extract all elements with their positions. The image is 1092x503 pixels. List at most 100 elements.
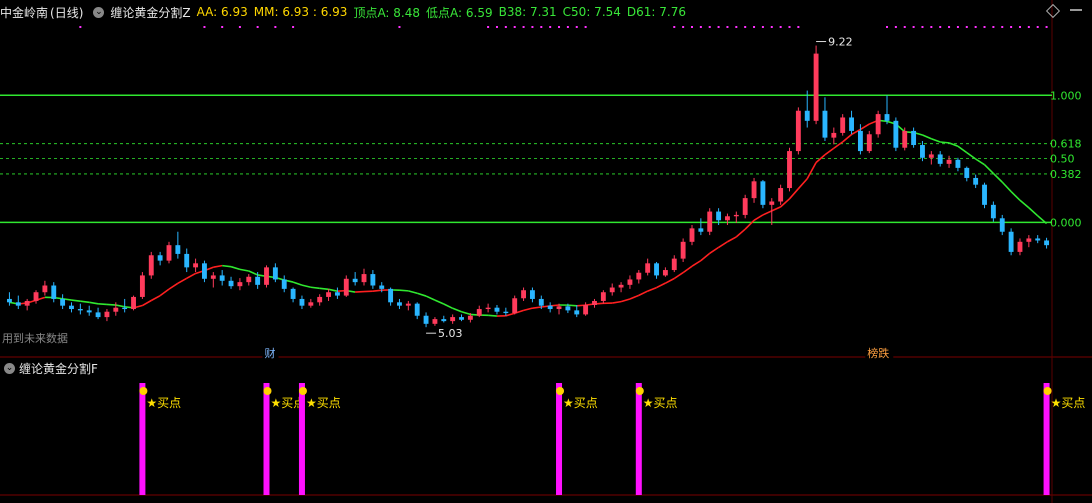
candle-body xyxy=(299,298,305,306)
signal-dot xyxy=(584,26,587,28)
hand-pointer-icon xyxy=(298,387,307,395)
stock-name: 中金岭南 xyxy=(0,5,49,20)
candle-body xyxy=(795,110,801,152)
buy-signal-label: ★买点 xyxy=(1051,396,1086,410)
fib-label-0: 1.000 xyxy=(1050,89,1082,102)
candle-body xyxy=(928,154,934,158)
value-aa: AA: 6.93 xyxy=(196,5,248,19)
fib-label-2: 0.50 xyxy=(1050,152,1075,165)
signal-dot xyxy=(487,26,490,28)
ma-segment xyxy=(98,302,107,306)
ma-segment xyxy=(957,145,968,154)
candle-body xyxy=(990,204,996,219)
signal-dot xyxy=(522,26,525,28)
candle-body xyxy=(600,292,606,301)
ma-segment xyxy=(150,294,161,302)
signal-dot xyxy=(1010,26,1013,28)
signal-dot xyxy=(761,26,764,28)
ma-segment xyxy=(461,310,471,316)
candle-body xyxy=(334,292,340,296)
ma-segment xyxy=(735,228,746,238)
candle-body xyxy=(388,288,394,303)
signal-dot xyxy=(726,26,729,28)
ma-segment xyxy=(372,289,382,293)
indicator-name[interactable]: 缠论黄金分割Z xyxy=(110,4,190,21)
signal-dot xyxy=(717,26,720,28)
candle-body xyxy=(317,296,323,303)
candle-body xyxy=(733,214,739,217)
candle-body xyxy=(352,278,358,283)
candle-body xyxy=(618,284,624,288)
candle-body xyxy=(902,130,908,148)
candle-body xyxy=(769,201,775,205)
candle-body xyxy=(326,292,331,297)
candle-body xyxy=(361,274,367,283)
candle-body xyxy=(15,302,21,306)
event-marker: 财 xyxy=(265,346,276,360)
candle-body xyxy=(556,306,562,310)
candle-body xyxy=(485,307,491,310)
signal-dot xyxy=(690,26,693,28)
signal-dot xyxy=(930,26,933,28)
candle-body xyxy=(264,267,269,285)
candle-body xyxy=(866,134,872,152)
ma-segment xyxy=(709,246,720,254)
candle-body xyxy=(1044,240,1050,246)
candle-body xyxy=(414,303,420,316)
candle-body xyxy=(370,274,376,286)
candle-body xyxy=(476,309,482,316)
candle-body xyxy=(405,303,411,306)
ma-segment xyxy=(771,206,781,212)
ma-segment xyxy=(860,123,870,131)
ma-segment xyxy=(612,300,622,304)
period-label: (日线) xyxy=(50,5,84,20)
hand-pointer-icon xyxy=(556,387,565,395)
signal-dot xyxy=(992,26,995,28)
candle-body xyxy=(219,275,225,281)
candle-body xyxy=(343,278,349,296)
candle-body xyxy=(840,117,846,133)
ma-segment xyxy=(1001,181,1012,193)
candle-body xyxy=(920,145,925,158)
signal-dot xyxy=(256,26,259,28)
ma-segment xyxy=(319,287,329,291)
signal-dot xyxy=(673,26,676,28)
candle-body xyxy=(911,130,917,146)
kline-chart[interactable]: 1.000 0.6180.50 0.382 0.000 9.22 5.03 财 榜跌 用到未来数… xyxy=(0,0,1092,503)
signal-dot xyxy=(965,26,968,28)
signal-dot xyxy=(398,26,401,28)
signal-dot xyxy=(886,26,889,28)
hand-pointer-icon xyxy=(635,387,644,395)
ma-segment xyxy=(186,272,196,280)
price-annotation: 9.22 xyxy=(828,36,853,49)
ma-segment xyxy=(177,277,188,284)
candle-body xyxy=(131,296,136,310)
signal-dot xyxy=(912,26,915,28)
ma-segment xyxy=(762,210,773,216)
ma-segment xyxy=(1028,207,1039,217)
ma-segment xyxy=(806,162,817,180)
candle-body xyxy=(1035,238,1041,241)
candle-body xyxy=(849,117,854,131)
signal-dot xyxy=(221,26,224,28)
ma-segment xyxy=(833,141,844,149)
sub-indicator-name[interactable]: 缠论黄金分割F xyxy=(19,360,98,377)
buy-signal-label: ★买点 xyxy=(306,396,341,410)
value-d61: D61: 7.76 xyxy=(626,5,686,19)
ma-segment xyxy=(797,178,808,190)
ma-segment xyxy=(966,151,977,160)
ma-segment xyxy=(301,284,312,289)
candle-body xyxy=(95,312,101,318)
buy-signal-bar xyxy=(139,383,146,495)
ma-segment xyxy=(355,290,365,293)
candle-body xyxy=(973,177,979,185)
minimize-icon[interactable] xyxy=(1070,9,1082,11)
ma-segment xyxy=(1010,190,1021,201)
value-low: 低点A: 6.59 xyxy=(426,5,493,20)
indicator-settings-icon[interactable]: ⌄ xyxy=(93,6,105,18)
signal-dot xyxy=(939,26,942,28)
signal-dot xyxy=(708,26,711,28)
signal-dot xyxy=(894,26,897,28)
ma-segment xyxy=(292,281,303,286)
sub-indicator-settings-icon[interactable]: ⌄ xyxy=(4,362,15,374)
